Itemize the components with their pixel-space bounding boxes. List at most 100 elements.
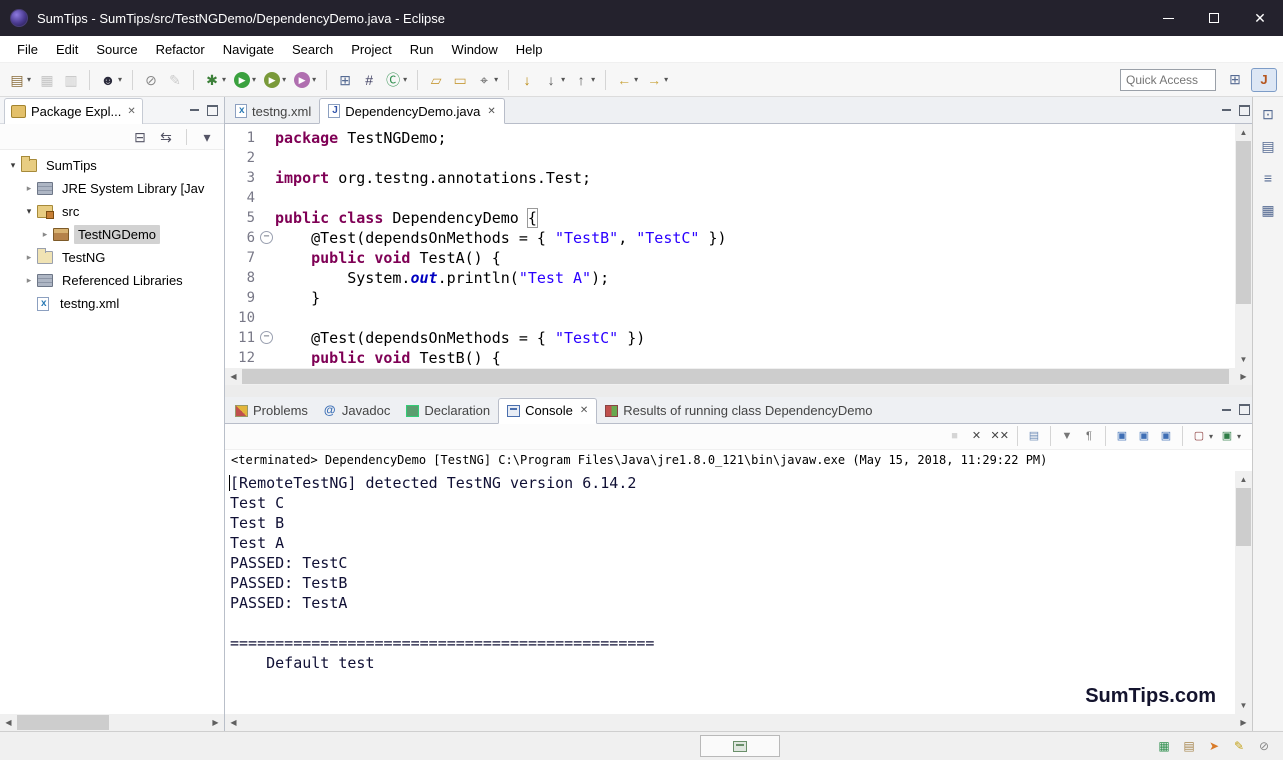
view-tab-javadoc[interactable]: Javadoc [316, 398, 398, 424]
new-wizard-button[interactable]: ▤▾ [6, 70, 34, 90]
whats-new-button[interactable]: ✎ [1228, 736, 1250, 756]
code-editor[interactable]: 1package TestNGDemo;23import org.testng.… [225, 124, 1235, 368]
tree-collapsed-arrow-icon[interactable]: ▸ [22, 183, 36, 194]
fold-marker-icon[interactable] [257, 328, 275, 348]
show-console-on-stderr-button[interactable]: ▣ [1133, 426, 1155, 446]
task-list-view-button[interactable]: ▤ [1259, 137, 1277, 155]
menu-help[interactable]: Help [507, 38, 552, 61]
code-line[interactable]: 6 @Test(dependsOnMethods = { "TestB", "T… [225, 228, 1235, 248]
tree-expanded-arrow-icon[interactable]: ▾ [6, 160, 20, 171]
new-java-project-button[interactable]: ⊞ [334, 70, 356, 90]
build-all-button[interactable]: ✎ [164, 70, 186, 90]
console-vscrollbar[interactable] [1235, 471, 1252, 715]
open-perspective-button[interactable] [1222, 68, 1248, 92]
tree-collapsed-arrow-icon[interactable]: ▸ [22, 252, 36, 263]
scrollbar-track[interactable] [1235, 488, 1252, 698]
run-button[interactable]: ▶▾ [231, 70, 259, 90]
forward-dropdown-icon[interactable]: ▾ [664, 75, 668, 84]
help-contents-button[interactable]: ▤ [1178, 736, 1200, 756]
scrollbar-thumb[interactable] [17, 715, 109, 730]
coverage-dropdown-icon[interactable]: ▾ [282, 75, 286, 84]
code-line[interactable]: 3import org.testng.annotations.Test; [225, 168, 1235, 188]
show-console-on-stdout-button[interactable]: ▣ [1111, 426, 1133, 446]
profile-button[interactable]: ▶▾ [291, 70, 319, 90]
scroll-right-icon[interactable] [1235, 714, 1252, 731]
tree-collapsed-arrow-icon[interactable]: ▸ [38, 229, 52, 240]
minimize-console-icon[interactable] [1222, 409, 1231, 411]
scrollbar-track[interactable] [242, 714, 1235, 731]
tree-item-testngdemo[interactable]: ▸TestNGDemo [0, 223, 224, 246]
minimize-view-icon[interactable] [190, 109, 199, 111]
save-button[interactable]: ▦ [36, 70, 58, 90]
maximize-view-icon[interactable] [207, 105, 218, 116]
open-console-dropdown-icon[interactable]: ▾ [1237, 432, 1241, 441]
open-console-button[interactable]: ▣▾ [1216, 426, 1244, 446]
scrollbar-track[interactable] [1235, 141, 1252, 351]
close-button[interactable]: ✕ [1237, 0, 1283, 36]
view-tab-problems[interactable]: Problems [227, 398, 316, 424]
debug-dropdown-icon[interactable]: ▾ [222, 75, 226, 84]
minimize-editor-icon[interactable] [1222, 109, 1231, 111]
clear-console-button[interactable]: ▤ [1023, 426, 1045, 446]
tree-item-referenced-libraries[interactable]: ▸Referenced Libraries [0, 269, 224, 292]
previous-annotation-button[interactable]: ↑▾ [570, 70, 598, 90]
skip-all-breakpoints-button[interactable]: ⊘ [140, 70, 162, 90]
maximize-button[interactable] [1191, 0, 1237, 36]
coverage-button[interactable]: ▶▾ [261, 70, 289, 90]
code-line[interactable]: 2 [225, 148, 1235, 168]
menu-source[interactable]: Source [87, 38, 146, 61]
scroll-right-icon[interactable] [1235, 368, 1252, 385]
package-explorer-tab[interactable]: Package Expl... [4, 98, 143, 124]
remove-all-launches-button[interactable]: ✕✕ [988, 426, 1012, 446]
close-tab-icon[interactable] [487, 106, 495, 117]
view-tab-console[interactable]: Console [498, 398, 597, 424]
code-line[interactable]: 4 [225, 188, 1235, 208]
status-notification-area[interactable] [700, 735, 780, 757]
profile-dropdown-icon[interactable]: ▾ [312, 75, 316, 84]
back-button[interactable]: ←▾ [613, 70, 641, 90]
debug-button[interactable]: ✱▾ [201, 70, 229, 90]
editor-tab-dependencydemo-java[interactable]: DependencyDemo.java [319, 98, 505, 124]
scrollbar-thumb[interactable] [242, 369, 1229, 384]
terminate-button[interactable]: ■ [944, 426, 966, 446]
display-selected-console-button[interactable]: ▢▾ [1188, 426, 1216, 446]
scroll-left-icon[interactable] [0, 714, 17, 731]
last-edit-location-button[interactable]: ↓ [516, 70, 538, 90]
editor-tab-testng-xml[interactable]: testng.xml [227, 98, 319, 124]
scroll-down-icon[interactable] [1235, 697, 1252, 714]
scrollbar-thumb[interactable] [1236, 141, 1251, 304]
scroll-left-icon[interactable] [225, 714, 242, 731]
editor-console-sash[interactable] [225, 385, 1252, 397]
code-line[interactable]: 12 public void TestB() { [225, 348, 1235, 368]
progress-button[interactable]: ⊘ [1253, 736, 1275, 756]
console-output[interactable]: [RemoteTestNG] detected TestNG version 6… [225, 471, 1235, 715]
pin-console-button[interactable]: ▣ [1155, 426, 1177, 446]
code-line[interactable]: 11 @Test(dependsOnMethods = { "TestC" }) [225, 328, 1235, 348]
user-account-dropdown-icon[interactable]: ▾ [118, 75, 122, 84]
view-tab-declaration[interactable]: Declaration [398, 398, 498, 424]
close-view-icon[interactable] [127, 106, 135, 117]
code-line[interactable]: 9 } [225, 288, 1235, 308]
tree-expanded-arrow-icon[interactable]: ▾ [22, 206, 36, 217]
word-wrap-button[interactable]: ¶ [1078, 426, 1100, 446]
back-dropdown-icon[interactable]: ▾ [634, 75, 638, 84]
build-view-button[interactable]: ▦ [1259, 201, 1277, 219]
code-line[interactable]: 5public class DependencyDemo { [225, 208, 1235, 228]
code-line[interactable]: 7 public void TestA() { [225, 248, 1235, 268]
menu-file[interactable]: File [8, 38, 47, 61]
menu-search[interactable]: Search [283, 38, 342, 61]
search-dropdown-icon[interactable]: ▾ [494, 75, 498, 84]
print-button[interactable]: ▥ [60, 70, 82, 90]
new-wizard-dropdown-icon[interactable]: ▾ [27, 75, 31, 84]
close-tab-icon[interactable] [580, 405, 588, 416]
scroll-up-icon[interactable] [1235, 471, 1252, 488]
code-line[interactable]: 8 System.out.println("Test A"); [225, 268, 1235, 288]
menu-refactor[interactable]: Refactor [147, 38, 214, 61]
new-class-button[interactable]: Ⓒ▾ [382, 70, 410, 90]
link-with-editor-button[interactable]: ⇆ [155, 127, 177, 147]
view-menu-button[interactable]: ▾ [196, 127, 218, 147]
tree-collapsed-arrow-icon[interactable]: ▸ [22, 275, 36, 286]
scrollbar-thumb[interactable] [1236, 488, 1251, 546]
menu-window[interactable]: Window [443, 38, 507, 61]
next-annotation-dropdown-icon[interactable]: ▾ [561, 75, 565, 84]
